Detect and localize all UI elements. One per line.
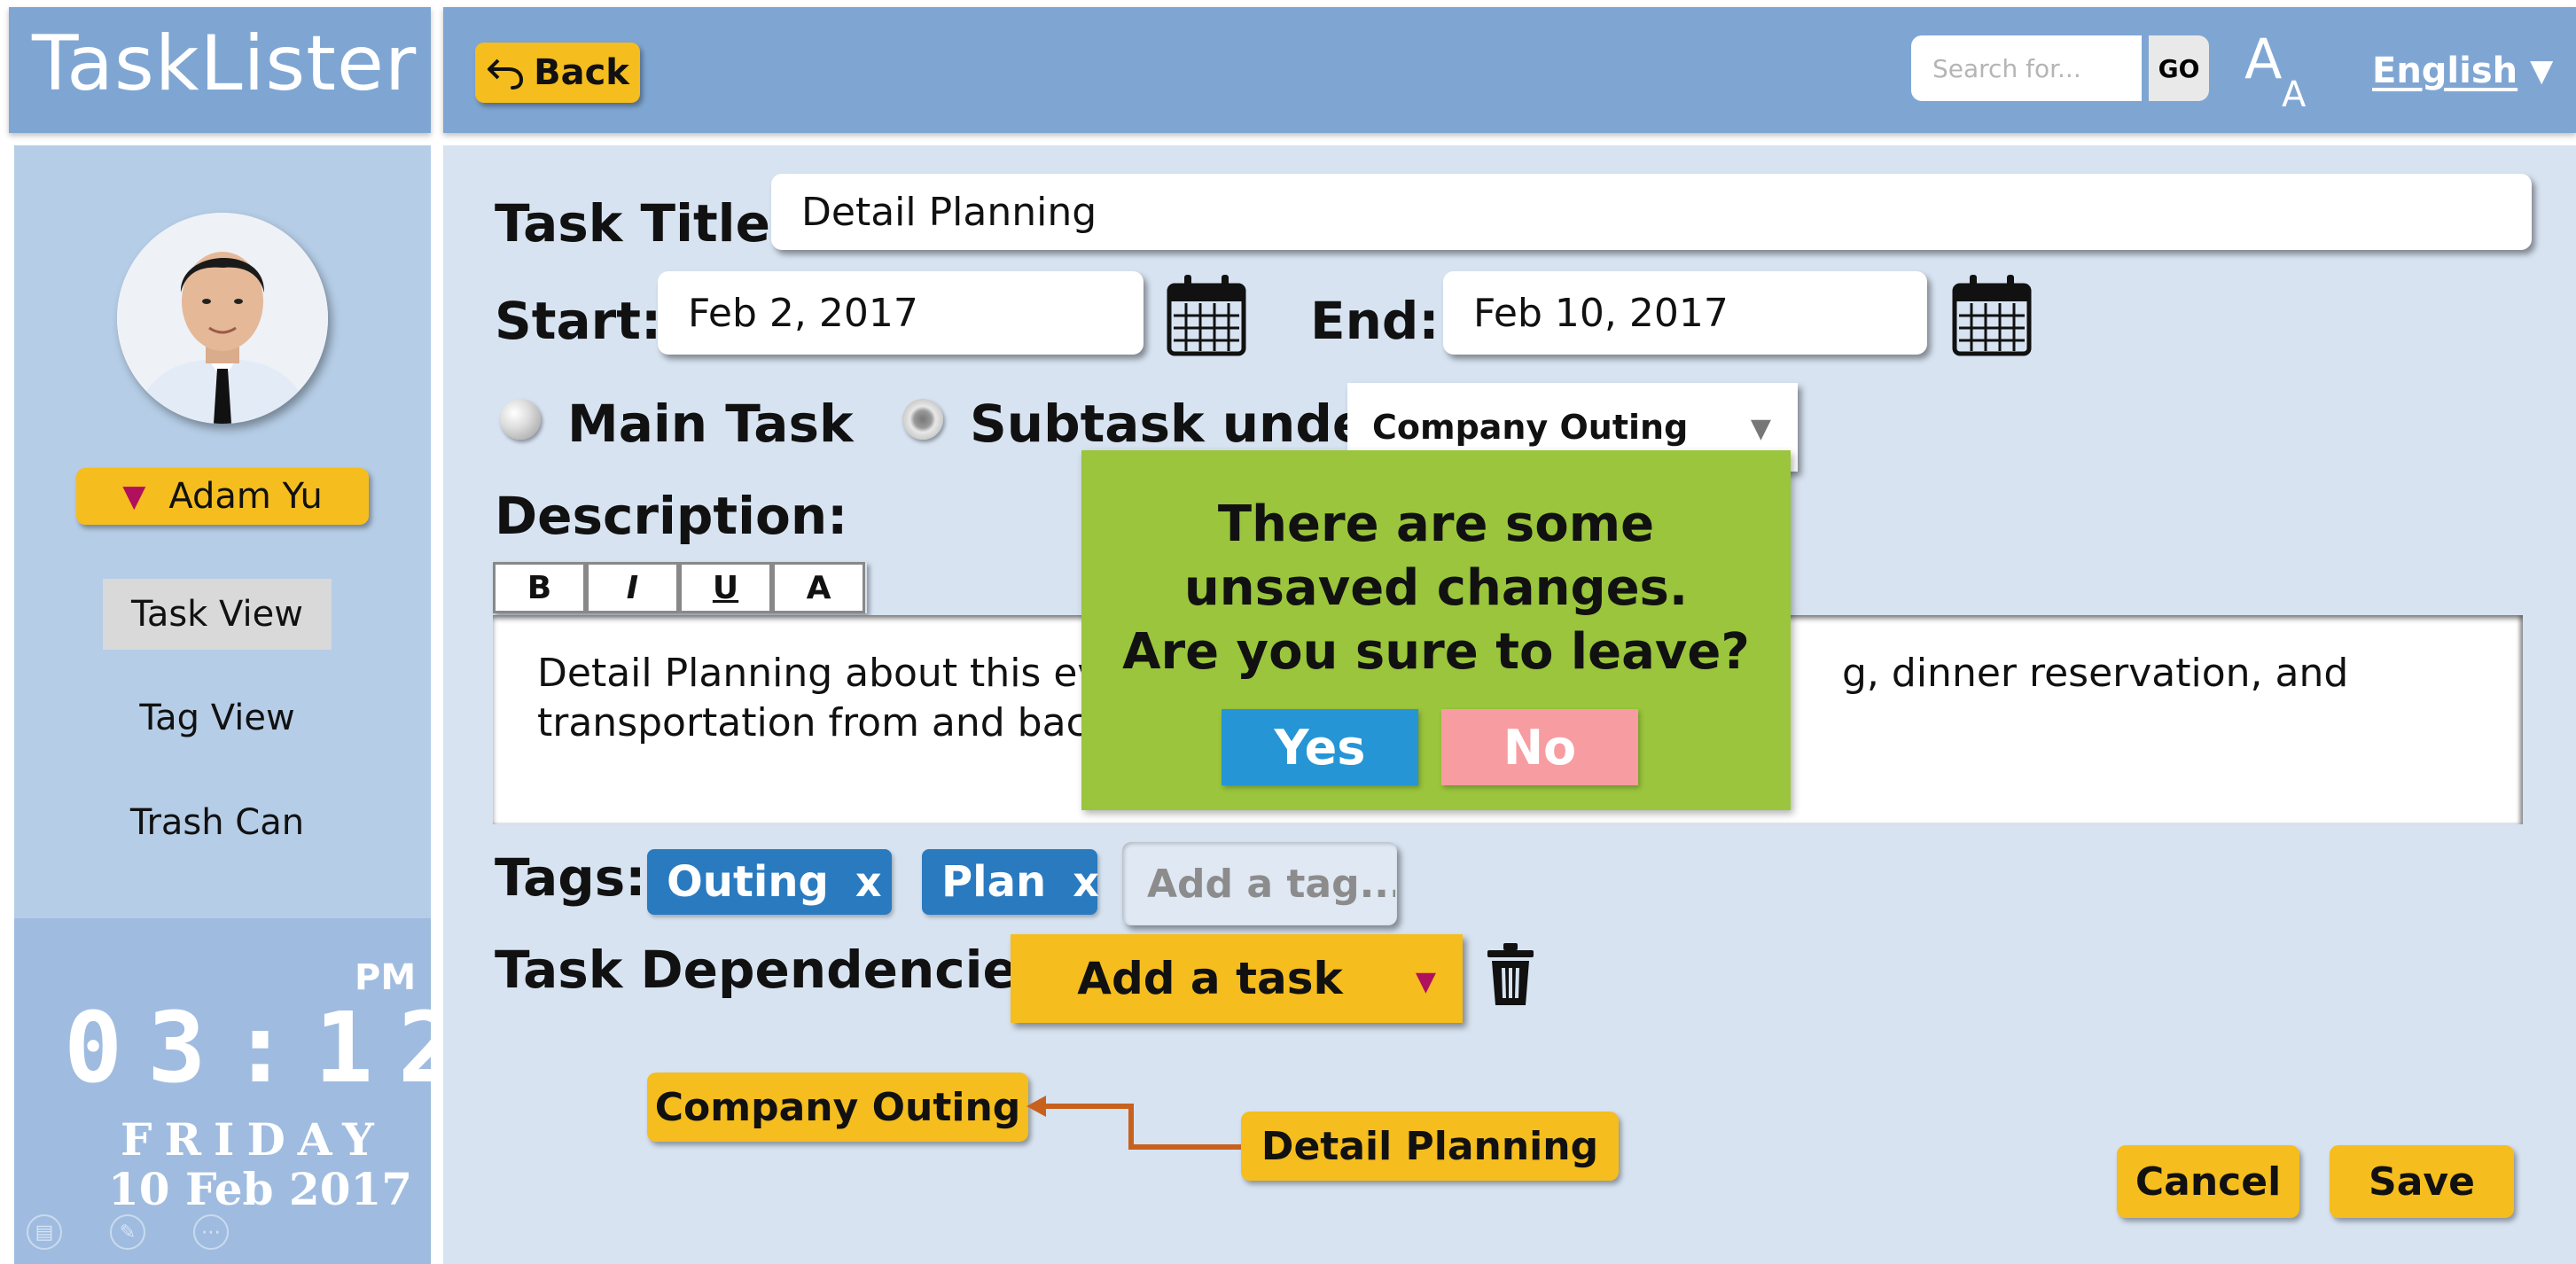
sidebar-item-tag-view[interactable]: Tag View [103,683,332,753]
dialog-message: There are some unsaved changes. Are you … [1081,493,1791,684]
task-title-label: Task Title: [495,193,792,254]
language-label: English [2372,51,2518,91]
back-arrow-icon [488,59,524,90]
dialog-message-line: Are you sure to leave? [1122,623,1750,681]
dependency-arrow [1025,1092,1246,1158]
format-toolbar: B I U A [493,562,867,613]
avatar[interactable] [117,213,328,424]
remove-tag-icon[interactable]: x [855,858,882,906]
user-name: Adam Yu [168,476,323,517]
tag-label: Plan [941,857,1047,907]
task-title-field[interactable]: Detail Planning [771,174,2532,250]
start-date-field[interactable]: Feb 2, 2017 [658,271,1144,355]
save-button[interactable]: Save [2330,1145,2514,1218]
calendar-icon[interactable] [1167,273,1246,360]
more-icon[interactable]: ⋯ [193,1214,229,1250]
main-task-radio[interactable] [500,399,541,440]
slideshow-icon[interactable]: ▤ [27,1214,62,1250]
svg-text:A: A [2282,74,2307,115]
sidebar-item-trash-can[interactable]: Trash Can [103,787,332,858]
clock-time: 03:12 [64,991,482,1104]
bold-button[interactable]: B [493,562,586,613]
tag-chip[interactable]: Outing x [647,849,892,915]
end-date-field[interactable]: Feb 10, 2017 [1443,271,1927,355]
clock-day: FRIDAY [121,1113,386,1166]
add-tag-field [1122,842,1397,925]
svg-text:A: A [2244,27,2282,91]
underline-button[interactable]: U [679,562,772,613]
remove-tag-icon[interactable]: x [1073,858,1099,906]
end-date-label: End: [1310,291,1440,351]
clock-date: 10 Feb 2017 [108,1163,413,1215]
dialog-message-line: There are some [1217,495,1655,553]
user-menu-button[interactable]: ▼ Adam Yu [76,468,369,525]
search-box [1911,35,2142,101]
description-text: g, dinner reservation, and [1842,651,2349,696]
chevron-down-icon: ▼ [2530,53,2554,89]
subtask-label: Subtask under [970,394,1393,454]
italic-button[interactable]: I [586,562,679,613]
tags-label: Tags: [495,847,646,908]
tag-label: Outing [667,857,829,907]
add-dependency-select[interactable]: Add a task ▼ [1011,934,1463,1023]
calendar-icon[interactable] [1952,273,2032,360]
description-text: Detail Planning about this eve [537,651,1125,696]
confirm-no-button[interactable]: No [1441,709,1638,785]
description-label: Description: [495,486,848,546]
task-dependencies-label: Task Dependencies: [495,940,1069,1000]
confirm-yes-button[interactable]: Yes [1222,709,1418,785]
dependency-node-parent[interactable]: Company Outing [647,1073,1028,1142]
go-button[interactable]: GO [2149,35,2209,101]
add-task-label: Add a task [1077,953,1343,1004]
back-button[interactable]: Back [475,43,640,103]
language-select[interactable]: English ▼ [2372,44,2553,98]
dialog-message-line: unsaved changes. [1183,559,1689,617]
chevron-down-icon: ▼ [1415,966,1436,997]
add-tag-input[interactable] [1145,860,1397,908]
font-color-button[interactable]: A [772,562,865,613]
back-button-label: Back [534,52,629,93]
cancel-button[interactable]: Cancel [2117,1145,2299,1218]
chevron-down-icon: ▼ [1750,413,1771,444]
tag-chip[interactable]: Plan x [922,849,1099,915]
subtask-radio[interactable] [902,399,943,440]
search-input[interactable] [1931,52,2122,84]
parent-task-value: Company Outing [1372,408,1689,447]
user-menu-triangle-icon: ▼ [122,479,146,514]
dependency-node-child[interactable]: Detail Planning [1241,1112,1619,1181]
unsaved-changes-dialog: There are some unsaved changes. Are you … [1081,450,1791,810]
main-task-label: Main Task [567,394,854,454]
pen-icon[interactable]: ✎ [110,1214,145,1250]
trash-icon[interactable] [1486,941,1535,1010]
font-size-icon[interactable]: A A [2241,27,2321,115]
app-logo: TaskLister [32,20,418,108]
sidebar-item-task-view[interactable]: Task View [103,579,332,650]
start-date-label: Start: [495,291,662,351]
